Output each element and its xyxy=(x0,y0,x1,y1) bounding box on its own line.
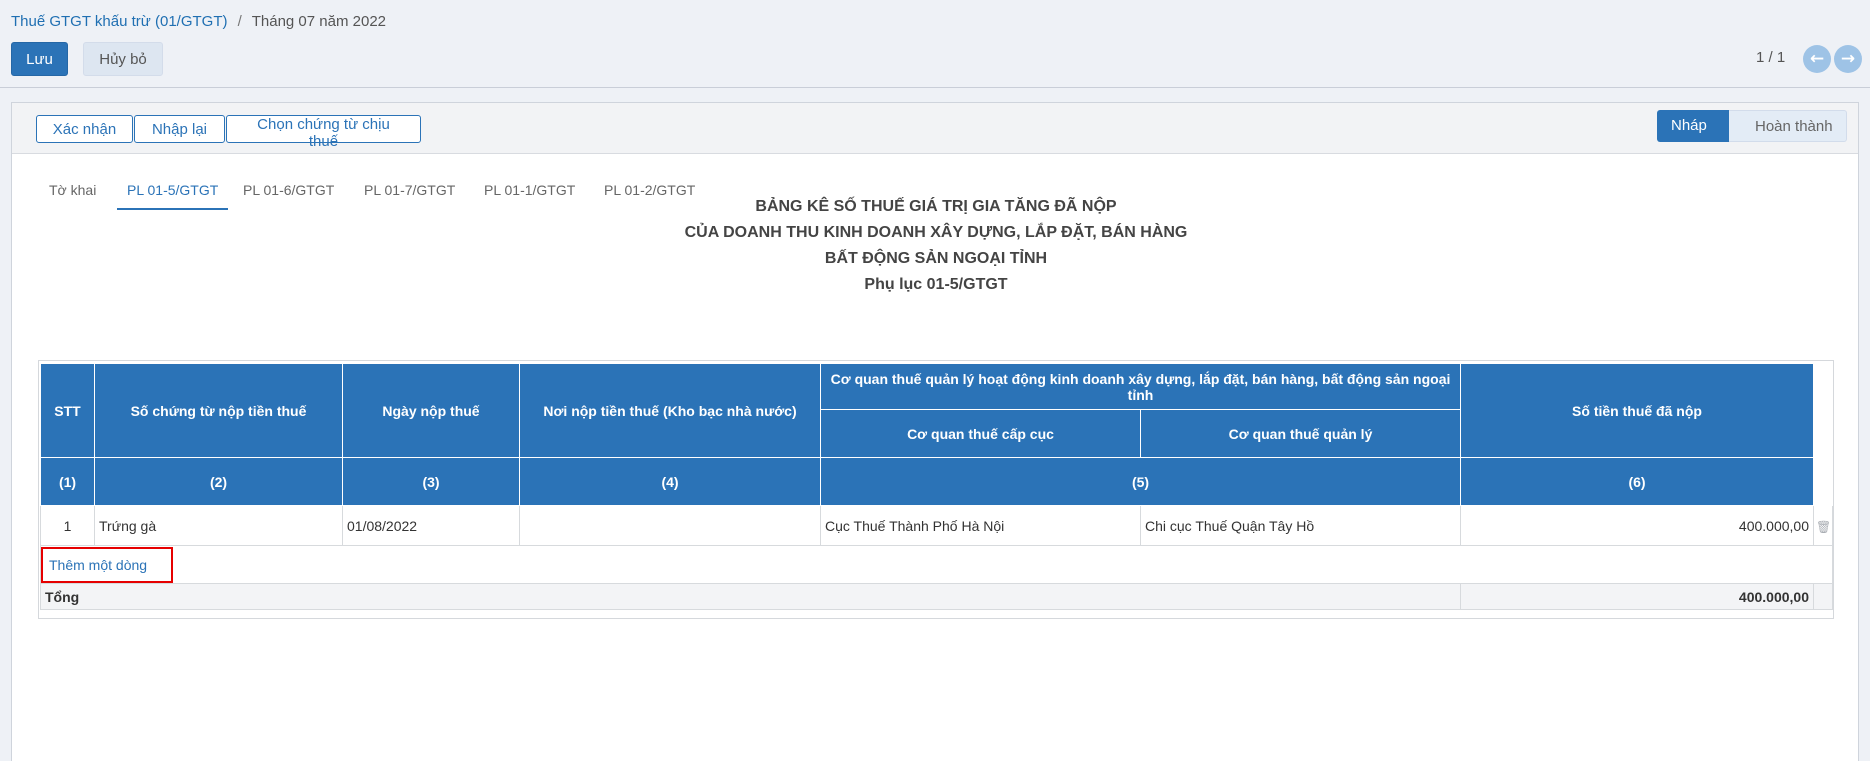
header-stt: STT xyxy=(40,363,95,458)
header-authority-group: Cơ quan thuế quản lý hoạt động kinh doan… xyxy=(820,363,1461,410)
table-row[interactable]: 1 Trứng gà 01/08/2022 Cục Thuế Thành Phố… xyxy=(40,505,1833,546)
tax-paid-table: STT Số chứng từ nộp tiền thuế Ngày nộp t… xyxy=(40,363,1833,610)
cell-document-no[interactable]: Trứng gà xyxy=(94,505,343,546)
header-number-1: (1) xyxy=(40,457,95,506)
header-number-2: (2) xyxy=(94,457,343,506)
trash-icon[interactable]: 🗑 xyxy=(1816,520,1831,534)
cell-stt[interactable]: 1 xyxy=(40,505,95,546)
header-number-6: (6) xyxy=(1460,457,1814,506)
total-amount: 400.000,00 xyxy=(1460,583,1814,610)
add-line-link[interactable]: Thêm một dòng xyxy=(41,546,173,583)
cell-payment-place[interactable] xyxy=(519,505,821,546)
cell-delete: 🗑 xyxy=(1813,505,1833,546)
report-title-line-4: Phụ lục 01-5/GTGT xyxy=(864,276,1008,293)
add-line-label: Thêm một dòng xyxy=(49,556,148,573)
header-authority-manager: Cơ quan thuế quản lý xyxy=(1140,409,1461,458)
save-button[interactable]: Lưu xyxy=(11,42,68,76)
total-spacer xyxy=(1813,583,1833,610)
pager-value: 1 / 1 xyxy=(1756,49,1786,66)
report-title-line-2: CỦA DOANH THU KINH DOANH XÂY DỰNG, LẮP Đ… xyxy=(684,224,1188,241)
pager-next-button[interactable]: → xyxy=(1834,45,1862,73)
cell-amount[interactable]: 400.000,00 xyxy=(1460,505,1814,546)
header-number-5: (5) xyxy=(820,457,1461,506)
control-panel: Thuế GTGT khấu trừ (01/GTGT) / Tháng 07 … xyxy=(0,0,1870,88)
total-label: Tổng xyxy=(40,583,1461,610)
form-statusbar: Xác nhận Nhập lại Chọn chứng từ chịu thu… xyxy=(12,103,1858,154)
form-sheet: Xác nhận Nhập lại Chọn chứng từ chịu thu… xyxy=(11,102,1859,761)
cell-authority-manager[interactable]: Chi cục Thuế Quận Tây Hồ xyxy=(1140,505,1461,546)
breadcrumb: Thuế GTGT khấu trừ (01/GTGT) / Tháng 07 … xyxy=(11,13,386,30)
cell-payment-date[interactable]: 01/08/2022 xyxy=(342,505,520,546)
arrow-right-icon: → xyxy=(1840,49,1856,69)
reset-button[interactable]: Nhập lại xyxy=(134,115,225,143)
header-spacer xyxy=(1813,363,1833,506)
cell-authority-department[interactable]: Cục Thuế Thành Phố Hà Nội xyxy=(820,505,1141,546)
status-stage-done[interactable]: Hoàn thành xyxy=(1729,110,1847,142)
breadcrumb-current: Tháng 07 năm 2022 xyxy=(251,13,387,30)
arrow-left-icon: ← xyxy=(1809,49,1825,69)
total-row: Tổng 400.000,00 xyxy=(40,583,1833,610)
report-title-line-3: BẤT ĐỘNG SẢN NGOẠI TỈNH xyxy=(824,250,1048,267)
tax-paid-table-wrapper: STT Số chứng từ nộp tiền thuế Ngày nộp t… xyxy=(38,360,1834,619)
choose-taxable-documents-button[interactable]: Chọn chứng từ chịu thuế xyxy=(226,115,421,150)
add-line-cell: Thêm một dòng xyxy=(40,545,1833,584)
header-number-4: (4) xyxy=(519,457,821,506)
discard-button[interactable]: Hủy bỏ xyxy=(83,42,163,76)
header-payment-date: Ngày nộp thuế xyxy=(342,363,520,458)
breadcrumb-separator: / xyxy=(237,13,242,30)
header-number-3: (3) xyxy=(342,457,520,506)
header-payment-place: Nơi nộp tiền thuế (Kho bạc nhà nước) xyxy=(519,363,821,458)
pager-previous-button[interactable]: ← xyxy=(1803,45,1831,73)
report-title: BẢNG KÊ SỐ THUẾ GIÁ TRỊ GIA TĂNG ĐÃ NỘP … xyxy=(12,194,1860,298)
status-stage-draft[interactable]: Nháp xyxy=(1657,110,1741,142)
header-authority-department: Cơ quan thuế cấp cục xyxy=(820,409,1141,458)
add-line-row: Thêm một dòng xyxy=(40,545,1833,584)
confirm-button[interactable]: Xác nhận xyxy=(36,115,133,143)
header-document-no: Số chứng từ nộp tiền thuế xyxy=(94,363,343,458)
header-amount: Số tiền thuế đã nộp xyxy=(1460,363,1814,458)
breadcrumb-parent-link[interactable]: Thuế GTGT khấu trừ (01/GTGT) xyxy=(11,13,227,30)
report-title-line-1: BẢNG KÊ SỐ THUẾ GIÁ TRỊ GIA TĂNG ĐÃ NỘP xyxy=(755,198,1117,215)
